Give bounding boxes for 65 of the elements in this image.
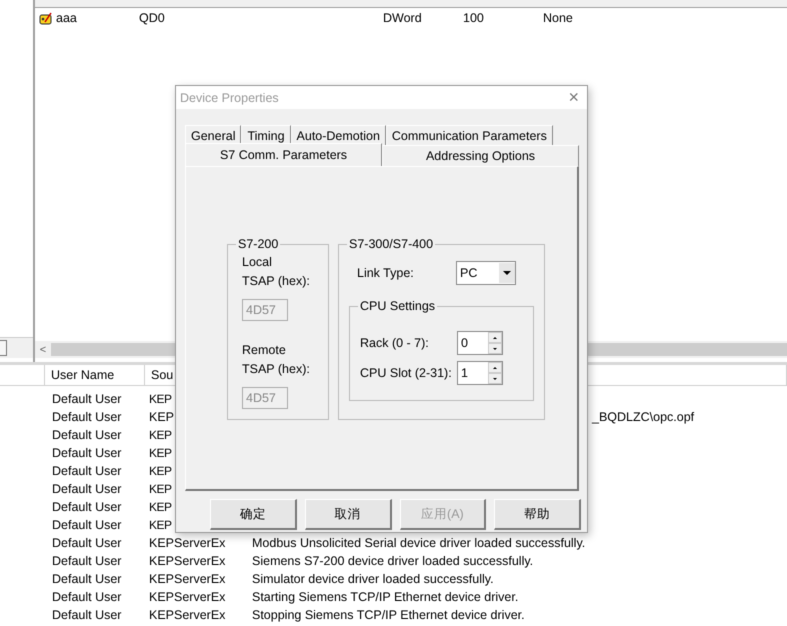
table-cell-text: Default User bbox=[52, 500, 122, 514]
down-arrow-icon bbox=[493, 348, 497, 350]
table-cell-text: Default User bbox=[52, 518, 122, 532]
table-cell-text: Siemens S7-200 device driver loaded successfully. bbox=[252, 554, 534, 568]
table-cell-text: Simulator device driver loaded successfully. bbox=[252, 572, 495, 586]
scroll-left-arrow[interactable]: < bbox=[35, 344, 51, 356]
table-cell-text: 100 bbox=[463, 11, 485, 25]
table-cell-text: Starting Siemens TCP/IP Ethernet device driver. bbox=[252, 590, 520, 604]
table-cell: KEP bbox=[149, 482, 172, 496]
table-cell: KEP bbox=[149, 428, 172, 442]
table-cell: KEP bbox=[149, 410, 174, 424]
tab[interactable]: Addressing Options bbox=[382, 145, 579, 166]
table-cell: KEP bbox=[149, 518, 172, 532]
table-cell-text: Default User bbox=[52, 554, 122, 568]
table-cell-text: DWord bbox=[383, 11, 423, 25]
table-cell-text: Default User bbox=[52, 590, 122, 604]
tab[interactable]: Communication Parameters bbox=[386, 125, 553, 146]
table-cell-text: Default User bbox=[52, 572, 122, 586]
dropdown[interactable]: PC bbox=[456, 261, 516, 285]
up-arrow-icon bbox=[493, 336, 497, 338]
table-cell-text: Default User bbox=[52, 410, 122, 424]
dialog-button[interactable]: 确定 bbox=[210, 499, 297, 530]
field-label: Link Type: bbox=[357, 264, 414, 282]
close-button[interactable]: × bbox=[568, 87, 579, 108]
down-arrow-icon bbox=[493, 378, 497, 380]
table-cell: KEPServerEx bbox=[149, 572, 226, 586]
table-cell-text: Default User bbox=[52, 464, 122, 478]
table-cell: KEP bbox=[149, 446, 172, 460]
table-cell: KEP bbox=[149, 464, 172, 478]
field-label: Local TSAP (hex): bbox=[242, 254, 311, 290]
tab[interactable]: S7 Comm. Parameters bbox=[185, 143, 382, 166]
field-label: Remote TSAP (hex): bbox=[242, 342, 311, 378]
table-cell: KEPServerEx bbox=[149, 554, 226, 568]
table-cell: KEPServerEx bbox=[149, 536, 226, 550]
caret-icon bbox=[503, 271, 511, 275]
table-cell-text: _BQDLZC\opc.opf bbox=[590, 410, 696, 424]
group-title: S7-300/S7-400 bbox=[348, 237, 434, 251]
table-cell: KEP bbox=[149, 392, 172, 406]
table-cell: KEP bbox=[149, 500, 172, 514]
spin-box[interactable]: 0 bbox=[457, 331, 503, 355]
tree-button[interactable] bbox=[0, 340, 7, 356]
tag-icon bbox=[39, 12, 53, 24]
dialog-button[interactable]: 取消 bbox=[304, 499, 392, 530]
table-cell: KEPServerEx bbox=[149, 608, 226, 622]
table-cell-text: Default User bbox=[52, 446, 122, 460]
table-cell-text: None bbox=[543, 11, 574, 25]
group-title: S7-200 bbox=[237, 237, 280, 251]
table-cell-text: Default User bbox=[52, 392, 122, 406]
up-arrow-icon bbox=[493, 366, 497, 368]
table-cell-text: Default User bbox=[52, 428, 122, 442]
spin-box[interactable]: 1 bbox=[457, 361, 503, 385]
field-label: CPU Slot (2-31): bbox=[360, 364, 452, 382]
table-cell-text: QD0 bbox=[139, 11, 166, 25]
table-cell-text: Default User bbox=[52, 536, 122, 550]
table-cell: KEPServerEx bbox=[149, 590, 226, 604]
table-cell-text: Default User bbox=[52, 608, 122, 622]
table-cell-text: Default User bbox=[52, 482, 122, 496]
dialog-button[interactable]: 帮助 bbox=[494, 499, 581, 530]
field-label: Rack (0 - 7): bbox=[360, 334, 429, 352]
column-header[interactable]: User Name bbox=[45, 365, 145, 385]
table-cell-text: Modbus Unsolicited Serial device driver loaded successfully. bbox=[252, 536, 586, 550]
group-title: CPU Settings bbox=[359, 299, 436, 313]
table-cell-text: Stopping Siemens TCP/IP Ethernet device driver. bbox=[252, 608, 526, 622]
table-cell: aaa bbox=[39, 11, 139, 25]
window-title: Device Properties bbox=[180, 90, 279, 104]
